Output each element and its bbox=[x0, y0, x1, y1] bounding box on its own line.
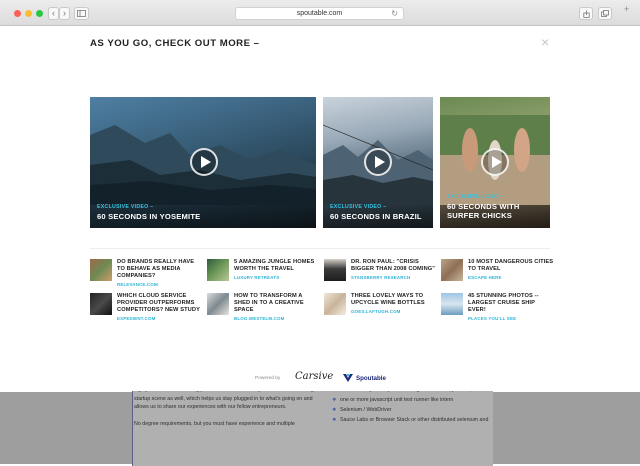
link-title: DR. RON PAUL: "CRISIS BIGGER THAN 2008 C… bbox=[351, 259, 436, 272]
video-tag: EXCLUSIVE VIDEO – bbox=[447, 194, 504, 200]
share-button[interactable] bbox=[579, 7, 593, 20]
thumbnail-image bbox=[441, 293, 463, 315]
link-source: LUXURY RETREATS bbox=[234, 274, 280, 280]
play-button[interactable] bbox=[481, 148, 509, 176]
link-source: STANSBERRY RESEARCH bbox=[351, 274, 411, 280]
reload-icon[interactable]: ↻ bbox=[391, 8, 398, 19]
close-icon[interactable]: × bbox=[541, 35, 549, 49]
video-card-brazil[interactable]: EXCLUSIVE VIDEO – 60 SECONDS IN BRAZIL bbox=[323, 97, 433, 228]
address-bar[interactable]: spoutable.com ↻ bbox=[235, 7, 404, 20]
video-tag: EXCLUSIVE VIDEO – bbox=[330, 204, 387, 210]
link-title: THREE LOVELY WAYS TO UPCYCLE WINE BOTTLE… bbox=[351, 293, 425, 306]
minimize-window-button[interactable] bbox=[25, 10, 32, 17]
forward-button[interactable]: › bbox=[59, 7, 70, 20]
recommendation-modal: AS YOU GO, CHECK OUT MORE – × EXCLUSIVE … bbox=[10, 26, 630, 391]
thumbnail-image bbox=[90, 293, 112, 315]
video-card-surfer[interactable]: EXCLUSIVE VIDEO – 60 SECONDS WITH SURFER… bbox=[440, 97, 550, 228]
play-button[interactable] bbox=[364, 148, 392, 176]
modal-footer: Powered by Carsive Spoutable bbox=[10, 371, 630, 386]
background-paragraph: No degree requirements, but you must hav… bbox=[134, 420, 295, 427]
play-icon bbox=[375, 156, 385, 168]
link-source: PLACES YOU'LL SEE bbox=[468, 315, 517, 321]
link-title: HOW TO TRANSFORM A SHED IN TO A CREATIVE… bbox=[234, 293, 304, 313]
thumbnail-image bbox=[441, 259, 463, 281]
link-source: ESCAPE HERE bbox=[468, 274, 502, 280]
link-source: EXPEDIENT.COM bbox=[117, 315, 156, 321]
list-item: one or more javascript unit test runner … bbox=[332, 396, 507, 405]
link-title: 5 AMAZING JUNGLE HOMES WORTH THE TRAVEL bbox=[234, 259, 315, 272]
thumbnail-image bbox=[207, 259, 229, 281]
link-title: WHICH CLOUD SERVICE PROVIDER OUTPERFORMS… bbox=[117, 293, 200, 313]
modal-title: AS YOU GO, CHECK OUT MORE – bbox=[90, 38, 260, 49]
thumbnail-image bbox=[324, 259, 346, 281]
spoutable-logo-icon bbox=[343, 373, 353, 382]
video-title: 60 SECONDS IN BRAZIL bbox=[330, 212, 422, 221]
background-page-overlay bbox=[0, 386, 640, 466]
tabs-button[interactable] bbox=[598, 7, 612, 20]
zoom-window-button[interactable] bbox=[36, 10, 43, 17]
background-left-text: highly selective in our hiring process. … bbox=[134, 386, 320, 436]
video-title: 60 SECONDS IN YOSEMITE bbox=[97, 212, 201, 221]
new-tab-button[interactable]: + bbox=[624, 4, 629, 14]
play-icon bbox=[492, 156, 502, 168]
back-button[interactable]: ‹ bbox=[48, 7, 59, 20]
list-item: Selenium / WebDriver bbox=[332, 406, 507, 415]
link-title: DO BRANDS REALLY HAVE TO BEHAVE AS MEDIA… bbox=[117, 259, 195, 279]
section-divider bbox=[90, 248, 550, 249]
list-item: Sauce Labs or Browser Stack or other dis… bbox=[332, 416, 507, 425]
spoutable-brand[interactable]: Spoutable bbox=[356, 375, 386, 382]
powered-by-label: Powered by bbox=[255, 376, 281, 381]
share-icon bbox=[582, 10, 590, 18]
thumbnail-image bbox=[90, 259, 112, 281]
play-icon bbox=[201, 156, 211, 168]
background-requirements-list: one or more javascript unit testing libr… bbox=[332, 386, 507, 426]
close-window-button[interactable] bbox=[14, 10, 21, 17]
link-title: 45 STUNNING PHOTOS -- LARGEST CRUISE SHI… bbox=[468, 293, 539, 313]
url-text: spoutable.com bbox=[296, 10, 343, 17]
thumbnail-image bbox=[324, 293, 346, 315]
thumbnail-image bbox=[207, 293, 229, 315]
sidebar-icon bbox=[77, 10, 86, 17]
partner-logo[interactable]: Carsive bbox=[295, 371, 333, 382]
sidebar-toggle-button[interactable] bbox=[74, 7, 89, 20]
tabs-icon bbox=[601, 10, 609, 17]
browser-toolbar: ‹ › spoutable.com ↻ + bbox=[0, 0, 640, 26]
link-source: RELEVANCE.COM bbox=[117, 281, 158, 287]
link-source: GOES.LAFTUGH.COM bbox=[351, 308, 401, 314]
video-title: 60 SECONDS WITH SURFER CHICKS bbox=[447, 202, 520, 220]
link-source: BLOG.WESTELM.COM bbox=[234, 315, 285, 321]
video-card-yosemite[interactable]: EXCLUSIVE VIDEO – 60 SECONDS IN YOSEMITE bbox=[90, 97, 316, 228]
link-title: 10 MOST DANGEROUS CITIES TO TRAVEL bbox=[468, 259, 554, 272]
video-tag: EXCLUSIVE VIDEO – bbox=[97, 204, 154, 210]
play-button[interactable] bbox=[190, 148, 218, 176]
